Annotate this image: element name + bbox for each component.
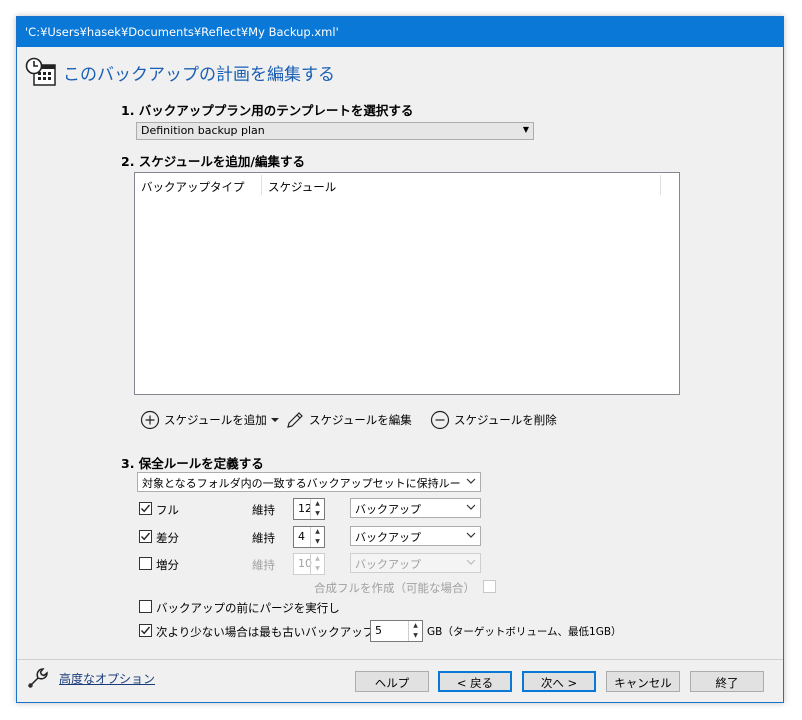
spin-up-icon[interactable]: ▲ (311, 527, 324, 537)
delete-schedule-button[interactable]: スケジュールを削除 (430, 410, 557, 430)
differential-checkbox[interactable] (139, 530, 152, 543)
add-schedule-label: スケジュールを追加 (164, 413, 267, 427)
free-space-unit-label: GB（ターゲットボリューム、最低1GB） (427, 626, 622, 638)
delete-oldest-checkbox[interactable] (139, 624, 152, 637)
differential-keep-label: 維持 (252, 531, 275, 545)
incremental-keep-label: 維持 (252, 558, 275, 572)
full-keep-label: 維持 (252, 503, 275, 517)
calendar-clock-icon (25, 57, 56, 86)
full-unit-value: バックアップ (355, 503, 421, 516)
wrench-icon (28, 668, 48, 688)
dropdown-arrow-icon (270, 418, 279, 422)
spin-up-icon[interactable]: ▲ (311, 554, 324, 564)
spin-down-icon[interactable]: ▼ (409, 631, 422, 641)
template-select-value: Definition backup plan (141, 124, 265, 137)
checkmark-icon (140, 532, 151, 541)
schedule-list[interactable]: バックアップタイプ スケジュール (134, 172, 680, 395)
synthetic-full-checkbox[interactable] (483, 580, 496, 593)
column-header-schedule[interactable]: スケジュール (262, 173, 660, 197)
full-count-stepper[interactable]: 12 ▲ ▼ (293, 498, 325, 520)
spin-down-icon[interactable]: ▼ (311, 509, 324, 519)
differential-count-value: 4 (298, 530, 305, 543)
purge-before-label: バックアップの前にパージを実行し (156, 601, 340, 615)
edit-schedule-label: スケジュールを編集 (309, 413, 412, 427)
minus-circle-icon (430, 410, 450, 430)
add-schedule-button[interactable]: スケジュールを追加 (140, 410, 284, 430)
edit-schedule-button[interactable]: スケジュールを編集 (285, 410, 412, 430)
template-select[interactable]: Definition backup plan ▼ (136, 122, 534, 140)
chevron-down-icon (466, 559, 476, 565)
checkmark-icon (140, 504, 151, 513)
next-button[interactable]: 次へ > (522, 671, 596, 692)
differential-count-stepper[interactable]: 4 ▲ ▼ (293, 526, 325, 548)
footer-divider (17, 659, 783, 660)
chevron-down-icon (466, 532, 476, 538)
differential-label: 差分 (156, 531, 179, 545)
free-space-stepper[interactable]: 5 ▲ ▼ (370, 620, 423, 642)
spin-down-icon[interactable]: ▼ (311, 537, 324, 547)
column-divider[interactable] (660, 175, 661, 195)
back-button[interactable]: < 戻る (438, 671, 512, 692)
step1-heading: 1. バックアッププラン用のテンプレートを選択する (121, 103, 414, 118)
incremental-unit-select[interactable]: バックアップ (350, 553, 481, 573)
pencil-icon (287, 412, 303, 428)
chevron-down-icon (466, 478, 476, 484)
incremental-unit-value: バックアップ (355, 558, 421, 571)
full-checkbox[interactable] (139, 502, 152, 515)
spin-up-icon[interactable]: ▲ (311, 499, 324, 509)
help-button[interactable]: ヘルプ (355, 671, 429, 692)
differential-unit-select[interactable]: バックアップ (350, 526, 481, 546)
incremental-label: 増分 (156, 558, 179, 572)
spin-down-icon[interactable]: ▼ (311, 564, 324, 574)
step2-heading: 2. スケジュールを追加/編集する (121, 154, 305, 169)
dialog-window: 'C:¥Users¥hasek¥Documents¥Reflect¥My Bac… (16, 16, 784, 703)
chevron-down-icon (466, 504, 476, 510)
window-title: 'C:¥Users¥hasek¥Documents¥Reflect¥My Bac… (25, 25, 339, 39)
step3-heading: 3. 保全ルールを定義する (121, 456, 264, 471)
full-unit-select[interactable]: バックアップ (350, 498, 481, 518)
differential-unit-value: バックアップ (355, 531, 421, 544)
title-bar[interactable]: 'C:¥Users¥hasek¥Documents¥Reflect¥My Bac… (17, 17, 783, 47)
checkmark-icon (140, 626, 151, 635)
page-title: このバックアップの計画を編集する (63, 64, 335, 85)
retention-rule-value: 対象となるフォルダ内の一致するバックアップセットに保持ルールを適用 (142, 477, 460, 490)
synthetic-full-label: 合成フルを作成（可能な場合） (314, 581, 475, 595)
cancel-button[interactable]: キャンセル (606, 671, 680, 692)
dropdown-arrow-icon: ▼ (522, 125, 529, 134)
retention-rule-select[interactable]: 対象となるフォルダ内の一致するバックアップセットに保持ルールを適用 (137, 472, 481, 492)
incremental-checkbox[interactable] (139, 557, 152, 570)
spin-up-icon[interactable]: ▲ (409, 621, 422, 631)
column-header-backup-type[interactable]: バックアップタイプ (135, 173, 261, 197)
full-label: フル (156, 503, 179, 517)
advanced-options-label: 高度なオプション (59, 671, 156, 686)
advanced-options-link[interactable]: 高度なオプション (25, 665, 155, 691)
finish-button[interactable]: 終了 (690, 671, 764, 692)
plus-circle-icon (140, 410, 160, 430)
dialog-header: このバックアップの計画を編集する (25, 55, 335, 89)
incremental-count-stepper[interactable]: 10 ▲ ▼ (293, 553, 325, 575)
free-space-value: 5 (375, 624, 382, 637)
purge-before-checkbox[interactable] (139, 600, 152, 613)
delete-schedule-label: スケジュールを削除 (454, 413, 557, 427)
